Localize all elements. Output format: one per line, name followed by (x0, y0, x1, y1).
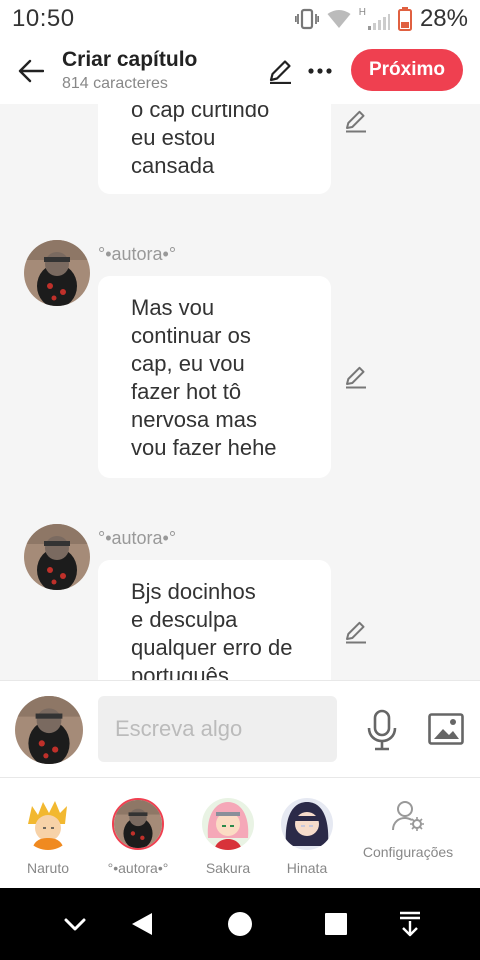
image-icon (428, 713, 464, 745)
hinata-avatar (281, 798, 333, 850)
nav-recents-button[interactable] (306, 888, 366, 960)
naruto-avatar (22, 798, 74, 850)
back-button[interactable] (0, 38, 62, 104)
microphone-icon (367, 709, 397, 751)
autora-avatar (112, 798, 164, 850)
settings-label: Configurações (362, 844, 454, 860)
recents-square-icon (325, 913, 347, 935)
battery-icon (397, 7, 412, 31)
character-name: Sakura (205, 860, 251, 876)
message-text: Bjs docinhos e desculpa qualquer erro de… (131, 579, 293, 680)
cat-avatar-image (24, 524, 90, 590)
pencil-icon (346, 110, 366, 133)
nav-notifications-button[interactable] (380, 888, 440, 960)
chat-area[interactable]: o cap curtindo eu estou cansada °•autora… (0, 104, 480, 680)
back-arrow-icon (18, 59, 44, 83)
character-sakura[interactable]: Sakura (188, 798, 268, 876)
cat-avatar-image (15, 696, 83, 764)
user-settings-icon (392, 801, 424, 831)
microphone-button[interactable] (362, 707, 402, 753)
edit-message-button[interactable] (343, 619, 369, 645)
character-name: Hinata (286, 860, 328, 876)
author-name: °•autora•° (98, 244, 177, 264)
wifi-icon (327, 9, 351, 29)
selected-character-avatar[interactable] (15, 696, 83, 764)
character-count: 814 caracteres (62, 75, 168, 92)
character-name: °•autora•° (107, 860, 169, 876)
vibrate-icon (294, 8, 319, 30)
signal-icon: H (359, 8, 390, 30)
status-icons: H 28% (294, 5, 468, 33)
message-text: Mas vou continuar os cap, eu vou fazer h… (131, 295, 277, 460)
edit-title-button[interactable] (260, 38, 300, 104)
sakura-avatar (202, 798, 254, 850)
pencil-icon (346, 621, 366, 644)
character-name: Naruto (26, 860, 70, 876)
author-avatar[interactable] (24, 240, 90, 306)
network-type-label: H (358, 7, 366, 18)
nav-back-button[interactable] (112, 888, 172, 960)
page-title: Criar capítulo (62, 48, 198, 71)
message-bubble[interactable]: Mas vou continuar os cap, eu vou fazer h… (98, 276, 331, 478)
message-bubble[interactable]: o cap curtindo eu estou cansada (98, 104, 331, 194)
author-name: °•autora•° (98, 528, 177, 548)
title-block: Criar capítulo 814 caracteres (62, 47, 197, 95)
cat-avatar-image (24, 240, 90, 306)
message-input[interactable] (98, 696, 337, 762)
chevron-down-icon (64, 918, 86, 931)
pencil-icon (346, 366, 366, 389)
system-nav-bar (0, 888, 480, 960)
back-triangle-icon (132, 913, 152, 935)
edit-message-button[interactable] (343, 364, 369, 390)
home-circle-icon (228, 912, 252, 936)
character-hinata[interactable]: Hinata (278, 798, 336, 876)
pull-down-icon (400, 911, 420, 937)
battery-percent: 28% (419, 5, 468, 32)
characters-bar: Naruto °•autora•° Sakura Hinata Configur… (0, 778, 480, 888)
more-icon (308, 68, 332, 74)
header: Criar capítulo 814 caracteres Próximo (0, 38, 480, 104)
pencil-icon (269, 60, 291, 84)
message-bubble[interactable]: Bjs docinhos e desculpa qualquer erro de… (98, 560, 331, 680)
character-naruto[interactable]: Naruto (8, 798, 88, 876)
status-bar: 10:50 H 28% (0, 0, 480, 38)
edit-message-button[interactable] (343, 108, 369, 134)
more-options-button[interactable] (300, 38, 340, 104)
character-settings-button[interactable]: Configurações (358, 800, 458, 860)
status-time: 10:50 (12, 5, 75, 32)
message-text: o cap curtindo eu estou cansada (131, 104, 270, 178)
author-avatar[interactable] (24, 524, 90, 590)
nav-home-button[interactable] (210, 888, 270, 960)
composer-bar (0, 680, 480, 778)
nav-collapse-button[interactable] (45, 888, 105, 960)
image-button[interactable] (426, 711, 466, 747)
character-autora[interactable]: °•autora•° (98, 798, 178, 876)
next-button[interactable]: Próximo (351, 49, 463, 91)
